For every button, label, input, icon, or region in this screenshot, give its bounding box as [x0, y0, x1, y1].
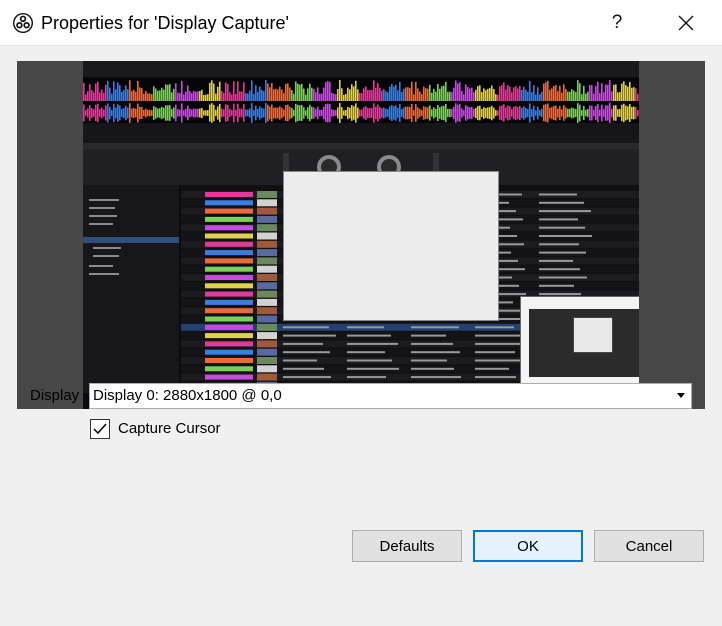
close-button[interactable] — [663, 0, 709, 46]
close-icon — [678, 15, 694, 31]
obs-icon — [13, 13, 33, 33]
display-select[interactable]: Display 0: 2880x1800 @ 0,0 — [89, 383, 692, 409]
defaults-button[interactable]: Defaults — [352, 530, 462, 562]
capture-cursor-label: Capture Cursor — [118, 420, 221, 437]
chevron-down-icon — [677, 393, 685, 398]
dialog-body: Display Display 0: 2880x1800 @ 0,0 Captu… — [0, 46, 722, 626]
capture-preview — [17, 61, 705, 409]
window-title: Properties for 'Display Capture' — [41, 13, 289, 33]
display-label: Display — [30, 387, 80, 404]
title-bar: Properties for 'Display Capture' ? — [0, 0, 722, 46]
ok-button[interactable]: OK — [473, 530, 583, 562]
display-selected-value: Display 0: 2880x1800 @ 0,0 — [93, 387, 282, 404]
checkmark-icon — [93, 423, 107, 435]
cancel-button[interactable]: Cancel — [594, 530, 704, 562]
captured-screen-image — [83, 61, 639, 409]
capture-cursor-checkbox[interactable] — [90, 419, 110, 439]
help-button[interactable]: ? — [594, 0, 640, 46]
